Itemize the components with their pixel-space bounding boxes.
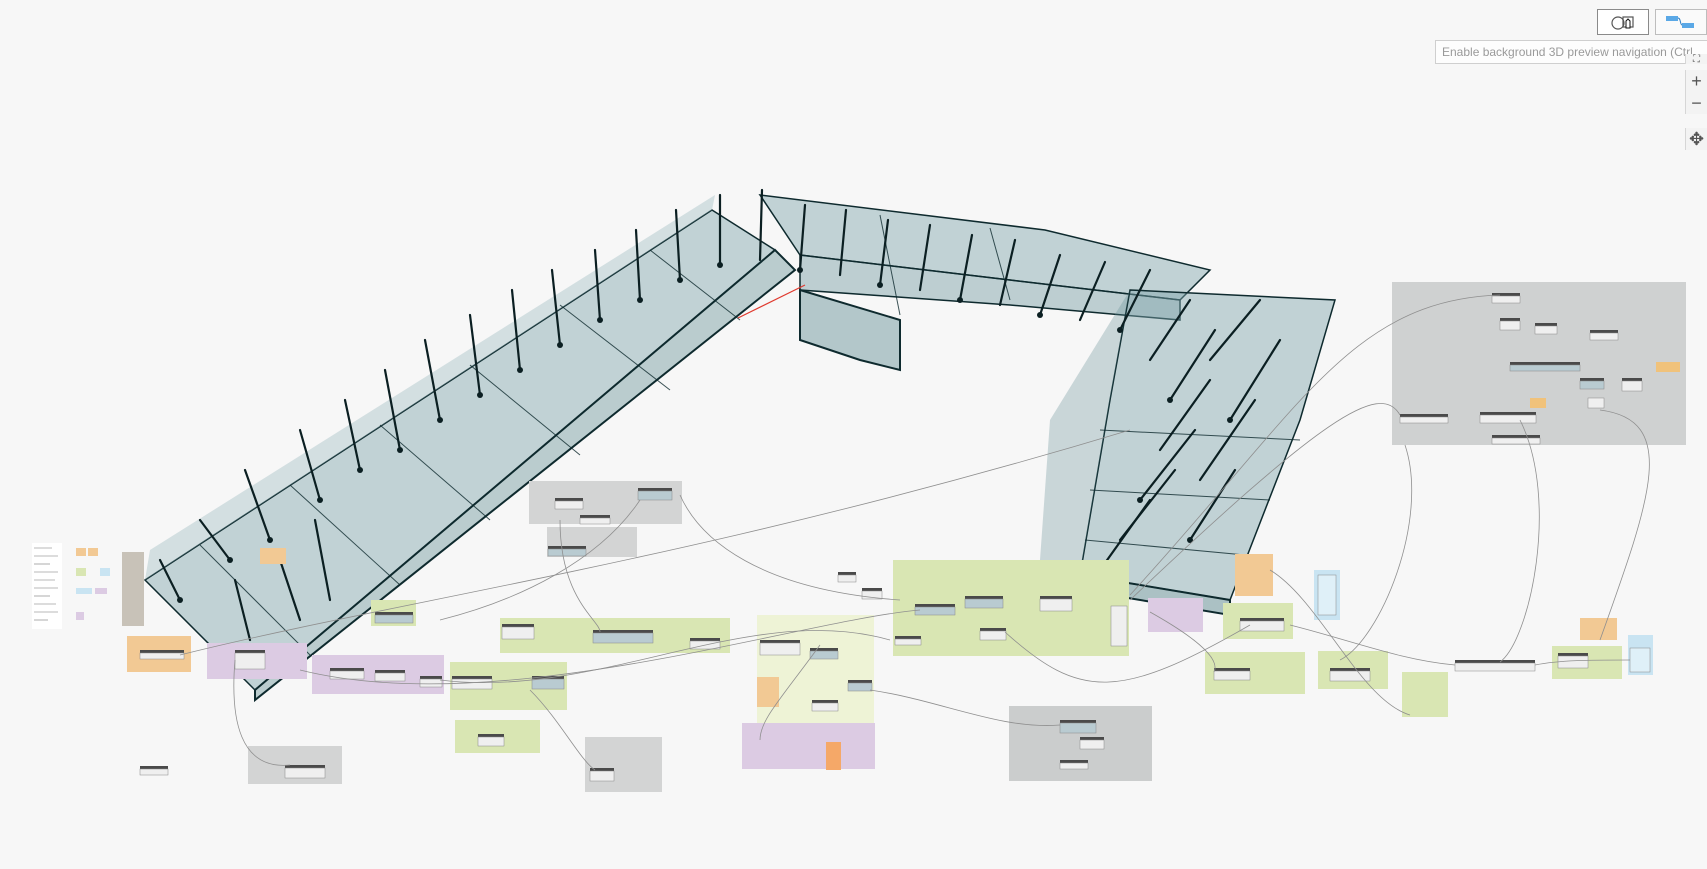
graph-node[interactable] xyxy=(592,630,654,644)
graph-node[interactable] xyxy=(234,650,266,670)
graph-node[interactable] xyxy=(1509,362,1581,372)
tooltip: Enable background 3D preview navigation … xyxy=(1435,40,1707,64)
geometry-view-icon xyxy=(1611,16,1634,30)
graph-node[interactable] xyxy=(1534,323,1558,335)
graph-node[interactable] xyxy=(589,768,615,782)
view-toolbar xyxy=(1597,9,1707,35)
group-orange-f[interactable] xyxy=(826,742,841,770)
graph-canvas[interactable] xyxy=(0,0,1707,869)
graph-node[interactable] xyxy=(284,765,326,779)
group-orange-c[interactable] xyxy=(1235,554,1273,596)
graph-node[interactable] xyxy=(837,572,857,583)
graph-node[interactable] xyxy=(1059,720,1097,734)
zoom-out-icon: − xyxy=(1691,92,1702,113)
note-panel-legend xyxy=(32,543,110,629)
graph-node[interactable] xyxy=(1039,596,1073,612)
graph-node[interactable] xyxy=(914,604,956,616)
group-orange-b[interactable] xyxy=(260,548,286,564)
graph-node[interactable] xyxy=(374,612,414,624)
group-gray-tall[interactable] xyxy=(122,552,144,626)
graph-node[interactable] xyxy=(1110,605,1128,647)
graph-node[interactable] xyxy=(1317,574,1337,616)
graph-node[interactable] xyxy=(1491,435,1541,445)
graph-node[interactable] xyxy=(979,628,1007,641)
graph-node[interactable] xyxy=(1499,318,1521,331)
group-orange-e[interactable] xyxy=(757,677,779,707)
graph-node[interactable] xyxy=(1479,412,1537,424)
group-orange-d[interactable] xyxy=(1580,618,1617,640)
navigation-controls: ⛶ + − ✥ xyxy=(1685,54,1707,150)
zoom-out-button[interactable]: − xyxy=(1685,92,1707,114)
central-block xyxy=(799,288,901,372)
graph-node[interactable] xyxy=(1656,362,1680,372)
pan-icon: ✥ xyxy=(1688,128,1705,149)
graph-node[interactable] xyxy=(1399,414,1449,424)
graph-node[interactable] xyxy=(1621,378,1643,392)
graph-node[interactable] xyxy=(1239,618,1285,632)
graph-node[interactable] xyxy=(964,596,1004,609)
pan-button[interactable]: ✥ xyxy=(1685,128,1707,150)
tooltip-text: Enable background 3D preview navigation … xyxy=(1442,45,1693,59)
graph-node[interactable] xyxy=(1079,737,1105,750)
fit-view-icon: ⛶ xyxy=(1693,53,1700,65)
zoom-in-button[interactable]: + xyxy=(1685,70,1707,92)
zoom-in-icon: + xyxy=(1691,70,1702,91)
graph-node[interactable] xyxy=(579,515,611,525)
graph-node[interactable] xyxy=(1059,760,1089,770)
graph-node[interactable] xyxy=(1491,293,1521,304)
graph-view-button[interactable] xyxy=(1655,9,1707,35)
group-green-g[interactable] xyxy=(1402,672,1448,717)
graph-node[interactable] xyxy=(139,650,185,660)
fit-view-button[interactable]: ⛶ xyxy=(1685,53,1707,65)
graph-node[interactable] xyxy=(419,676,443,688)
graph-node[interactable] xyxy=(1589,330,1619,341)
graph-node[interactable] xyxy=(139,766,169,776)
graph-node[interactable] xyxy=(1629,647,1651,673)
background-3d-preview-button[interactable] xyxy=(1597,9,1649,35)
group-gray-c[interactable] xyxy=(585,737,662,792)
graph-node[interactable] xyxy=(637,488,673,501)
graph-node[interactable] xyxy=(1579,378,1605,390)
graph-node[interactable] xyxy=(554,498,584,510)
graph-node[interactable] xyxy=(759,640,801,656)
graph-node[interactable] xyxy=(811,700,839,712)
graph-node[interactable] xyxy=(1213,668,1251,681)
graph-node[interactable] xyxy=(547,546,587,557)
graph-node[interactable] xyxy=(477,734,505,747)
graph-node[interactable] xyxy=(847,680,873,692)
graph-node[interactable] xyxy=(1530,398,1546,408)
graph-node[interactable] xyxy=(374,670,406,682)
graph-node[interactable] xyxy=(1587,397,1605,409)
graph-view-icon xyxy=(1666,16,1694,28)
graph-node[interactable] xyxy=(894,636,922,646)
graph-node[interactable] xyxy=(501,624,535,640)
graph-node[interactable] xyxy=(1454,660,1536,672)
